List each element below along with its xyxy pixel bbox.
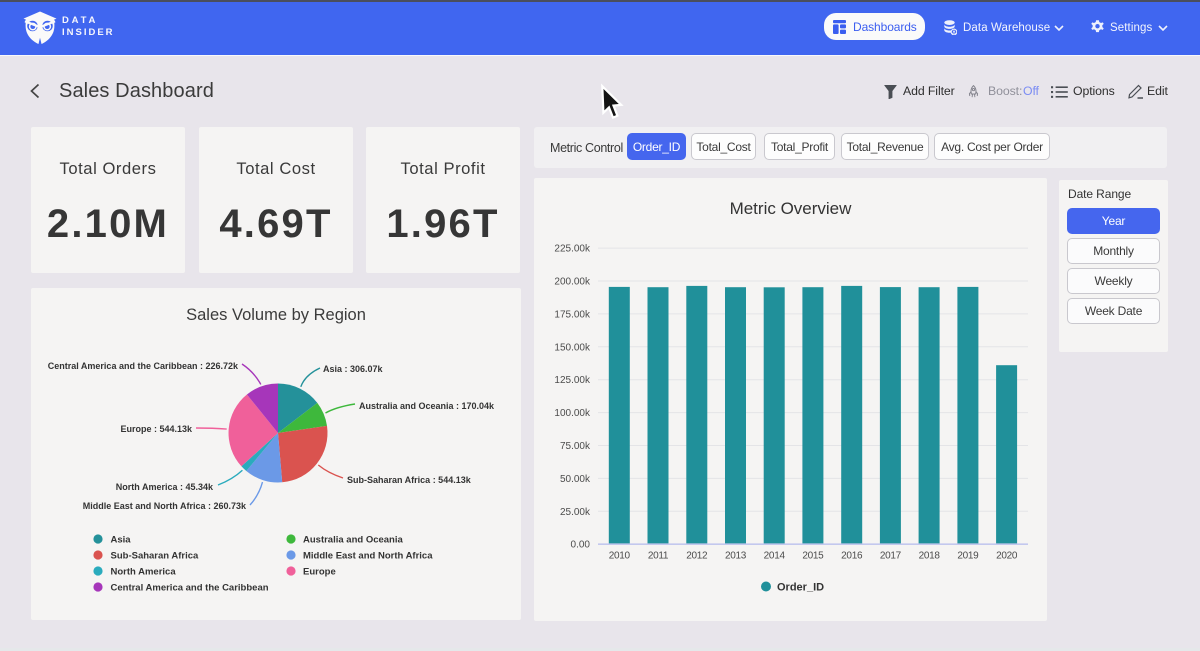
svg-text:Central America and the Caribb: Central America and the Caribbean : 226.… xyxy=(48,361,239,371)
svg-text:Europe : 544.13k: Europe : 544.13k xyxy=(120,424,193,434)
svg-text:Order_ID: Order_ID xyxy=(777,582,824,594)
svg-text:2012: 2012 xyxy=(686,551,708,562)
svg-text:Sub-Saharan Africa: Sub-Saharan Africa xyxy=(111,551,200,562)
svg-text:Middle East and North Africa :: Middle East and North Africa : 260.73k xyxy=(83,501,247,511)
svg-text:2020: 2020 xyxy=(996,551,1018,562)
svg-text:125.00k: 125.00k xyxy=(554,375,591,386)
svg-text:Central America and the Caribb: Central America and the Caribbean xyxy=(111,583,269,594)
svg-text:25.00k: 25.00k xyxy=(560,507,591,518)
svg-text:Sub-Saharan Africa : 544.13k: Sub-Saharan Africa : 544.13k xyxy=(347,475,472,485)
svg-text:200.00k: 200.00k xyxy=(554,277,591,288)
svg-text:Asia: Asia xyxy=(111,535,132,546)
svg-text:2016: 2016 xyxy=(841,551,863,562)
svg-text:Middle East and North Africa: Middle East and North Africa xyxy=(303,551,433,562)
svg-text:North America : 45.34k: North America : 45.34k xyxy=(116,482,214,492)
svg-text:North America: North America xyxy=(111,567,177,578)
svg-text:Australia and Oceania: Australia and Oceania xyxy=(303,535,404,546)
svg-text:100.00k: 100.00k xyxy=(554,408,591,419)
svg-text:0.00: 0.00 xyxy=(571,540,591,551)
svg-text:2011: 2011 xyxy=(648,551,669,562)
svg-text:175.00k: 175.00k xyxy=(554,309,591,320)
svg-text:Asia : 306.07k: Asia : 306.07k xyxy=(323,364,384,374)
svg-text:225.00k: 225.00k xyxy=(554,244,591,255)
svg-text:150.00k: 150.00k xyxy=(554,342,591,353)
svg-text:Europe: Europe xyxy=(303,567,336,578)
svg-text:2015: 2015 xyxy=(802,551,824,562)
svg-text:2019: 2019 xyxy=(957,551,979,562)
svg-text:50.00k: 50.00k xyxy=(560,474,591,485)
svg-text:2018: 2018 xyxy=(919,551,941,562)
svg-text:2010: 2010 xyxy=(609,551,631,562)
svg-text:2013: 2013 xyxy=(725,551,747,562)
svg-text:75.00k: 75.00k xyxy=(560,441,591,452)
svg-text:Australia and Oceania : 170.04: Australia and Oceania : 170.04k xyxy=(359,401,495,411)
svg-text:2014: 2014 xyxy=(764,551,786,562)
svg-text:2017: 2017 xyxy=(880,551,902,562)
